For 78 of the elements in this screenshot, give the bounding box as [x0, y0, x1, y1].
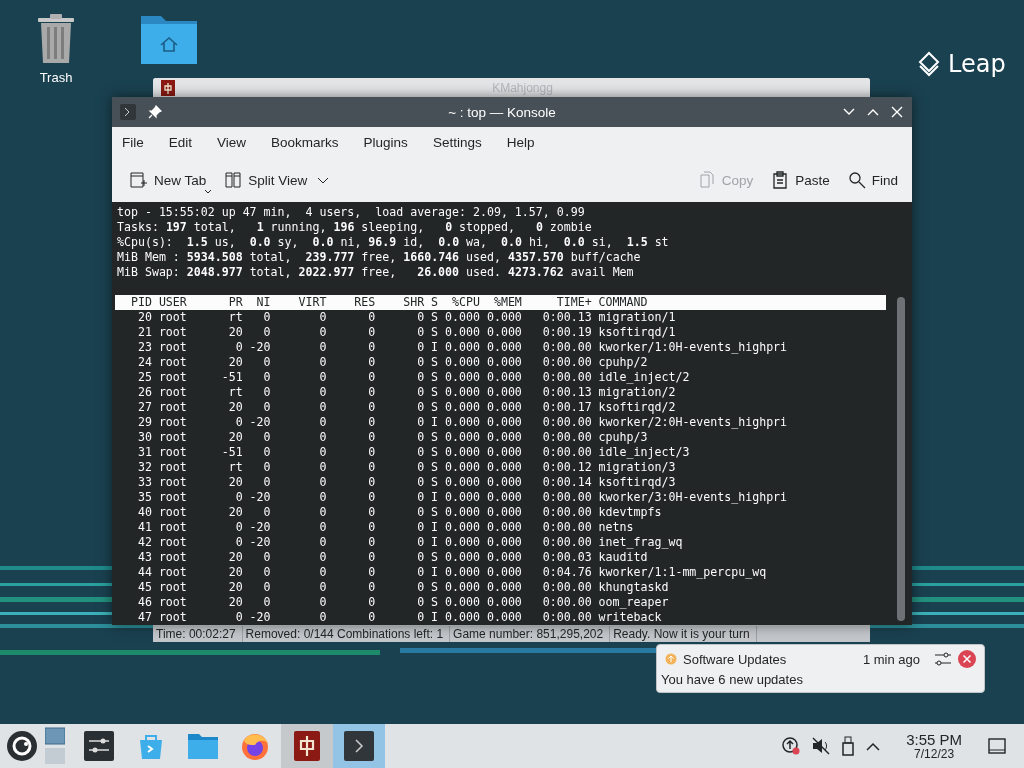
close-icon[interactable] — [958, 650, 976, 668]
notification-title: Software Updates — [683, 651, 788, 667]
process-row-text: 25 root -51 0 0 0 0 S 0.000 0.000 0:00.00 idle_inject/2 — [136, 370, 691, 385]
pin-icon[interactable] — [148, 105, 162, 119]
terminal-line: %Cpu(s): 1.5 us, 0.0 sy, 0.0 ni, 96.9 id, 0.0 wa, 0.0 hi, 0.0 si, 1.5 st — [117, 235, 670, 250]
sliders-icon — [84, 731, 114, 761]
process-row-text: 42 root 0 -20 0 0 0 I 0.000 0.000 0:00.00 inet_frag_wq — [136, 535, 684, 550]
process-row-text: 26 root rt 0 0 0 0 S 0.000 0.000 0:00.13 migration/2 — [136, 385, 677, 400]
menu-item[interactable]: Bookmarks — [271, 135, 339, 150]
split-view-button[interactable]: Split View — [222, 167, 332, 193]
new-tab-button[interactable]: New Tab — [126, 166, 209, 194]
brand-name: Leap — [948, 50, 1006, 78]
paste-icon — [771, 171, 790, 189]
menu-item[interactable]: Plugins — [363, 135, 408, 150]
status-bar-text: Removed: 0/144 Combinations left: 1 — [242, 626, 451, 642]
pager-icon[interactable] — [45, 726, 65, 766]
diamond-logo-icon — [918, 51, 940, 77]
menu-item[interactable]: Settings — [432, 135, 482, 150]
paste-button[interactable]: Paste — [769, 167, 832, 193]
process-row-text: 24 root 20 0 0 0 0 S 0.000 0.000 0:00.00 cpuhp/2 — [136, 355, 649, 370]
process-row-text: 33 root 20 0 0 0 0 S 0.000 0.000 0:00.14 ksoftirqd/3 — [136, 475, 677, 490]
process-row-text: 46 root 20 0 0 0 0 S 0.000 0.000 0:00.00 oom_reaper — [136, 595, 670, 610]
process-row-text: 35 root 0 -20 0 0 0 I 0.000 0.000 0:00.00 kworker/3:0H-events_highpri — [136, 490, 789, 505]
process-row-text: 47 root 0 -20 0 0 0 I 0.000 0.000 0:00.00 writeback — [136, 610, 663, 625]
status-bar-text: Ready. Now it is your turn — [610, 626, 757, 642]
menu-item[interactable]: Edit — [168, 135, 193, 150]
chevron-up-icon[interactable] — [865, 740, 882, 752]
status-bar-text: Game number: 851,295,202 — [450, 626, 611, 642]
terminal-line: top - 15:55:02 up 47 min, 4 users, load average: 2.09, 1.57, 0.99 — [117, 205, 586, 220]
usb-device-icon[interactable] — [841, 736, 856, 756]
browser-icon — [240, 731, 270, 761]
process-row-text: 32 root rt 0 0 0 0 S 0.000 0.000 0:00.12 migration/3 — [136, 460, 677, 475]
process-row-text: 23 root 0 -20 0 0 0 I 0.000 0.000 0:00.00 kworker/1:0H-events_highpri — [136, 340, 789, 355]
split-view-icon — [224, 171, 243, 189]
caret-icon — [205, 190, 212, 194]
launcher-icon[interactable] — [7, 731, 37, 761]
scrollbar[interactable] — [897, 297, 905, 621]
notification-message: You have 6 new updates — [661, 672, 804, 687]
process-row-text: 27 root 20 0 0 0 0 S 0.000 0.000 0:00.17 ksoftirqd/2 — [136, 400, 677, 415]
menu-item[interactable]: File — [122, 135, 144, 150]
new-tab-icon — [128, 170, 148, 190]
window-title: ~ : top — Konsole — [447, 104, 557, 120]
update-icon — [665, 653, 677, 665]
process-row-text: 43 root 20 0 0 0 0 S 0.000 0.000 0:00.03 kauditd — [136, 550, 649, 565]
taskbar-app[interactable] — [281, 724, 333, 768]
process-row-text: 31 root -51 0 0 0 0 S 0.000 0.000 0:00.00 idle_inject/3 — [136, 445, 691, 460]
show-desktop-icon[interactable] — [988, 738, 1006, 754]
settings-icon[interactable] — [934, 650, 952, 668]
copy-icon — [697, 171, 716, 189]
process-row-text: 41 root 0 -20 0 0 0 I 0.000 0.000 0:00.00 netns — [136, 520, 635, 535]
process-row-text: 40 root 20 0 0 0 0 S 0.000 0.000 0:00.00 kdevtmpfs — [136, 505, 663, 520]
update-icon[interactable] — [781, 736, 802, 756]
folder-icon — [187, 732, 219, 760]
search-icon — [847, 171, 866, 189]
process-row-text: 45 root 20 0 0 0 0 S 0.000 0.000 0:00.00 khungtaskd — [136, 580, 670, 595]
terminal-line: MiB Swap: 2048.977 total, 2022.977 free, 26.000 used. 4273.762 avail Mem — [117, 265, 635, 280]
clock[interactable]: 3:55 PM 7/12/23 — [906, 731, 962, 761]
process-row-text: 21 root 20 0 0 0 0 S 0.000 0.000 0:00.19 ksoftirqd/1 — [136, 325, 677, 340]
menu-item[interactable]: View — [217, 135, 247, 150]
notification-time: 1 min ago — [862, 651, 920, 667]
process-row-text: 20 root rt 0 0 0 0 S 0.000 0.000 0:00.13 migration/1 — [136, 310, 677, 325]
close-icon[interactable] — [890, 105, 904, 119]
status-bar-text: Time: 00:02:27 — [153, 626, 243, 642]
speaker-muted-icon[interactable] — [811, 736, 832, 756]
terminal-icon — [120, 104, 136, 120]
process-row-text: 44 root 20 0 0 0 0 I 0.000 0.000 0:04.76 kworker/1:1-mm_percpu_wq — [136, 565, 768, 580]
process-table-header: PID USER PR NI VIRT RES SHR S %CPU %MEM TIME+ COMMAND — [115, 295, 886, 310]
terminal-icon — [344, 731, 374, 761]
process-row-text: 30 root 20 0 0 0 0 S 0.000 0.000 0:00.00 cpuhp/3 — [136, 430, 649, 445]
tile-icon — [294, 731, 320, 761]
menu-item[interactable]: Help — [506, 135, 535, 150]
process-row-text: 29 root 0 -20 0 0 0 I 0.000 0.000 0:00.00 kworker/2:0H-events_highpri — [136, 415, 789, 430]
icon-label: Trash — [39, 70, 73, 85]
terminal-line: Tasks: 197 total, 1 running, 196 sleeping, 0 stopped, 0 zombie — [117, 220, 593, 235]
terminal-line: MiB Mem : 5934.508 total, 239.777 free, 1660.746 used, 4357.570 buff/cache — [117, 250, 642, 265]
tile-icon — [161, 80, 175, 96]
taskbar-app[interactable] — [333, 724, 385, 768]
find-button[interactable]: Find — [845, 167, 900, 193]
